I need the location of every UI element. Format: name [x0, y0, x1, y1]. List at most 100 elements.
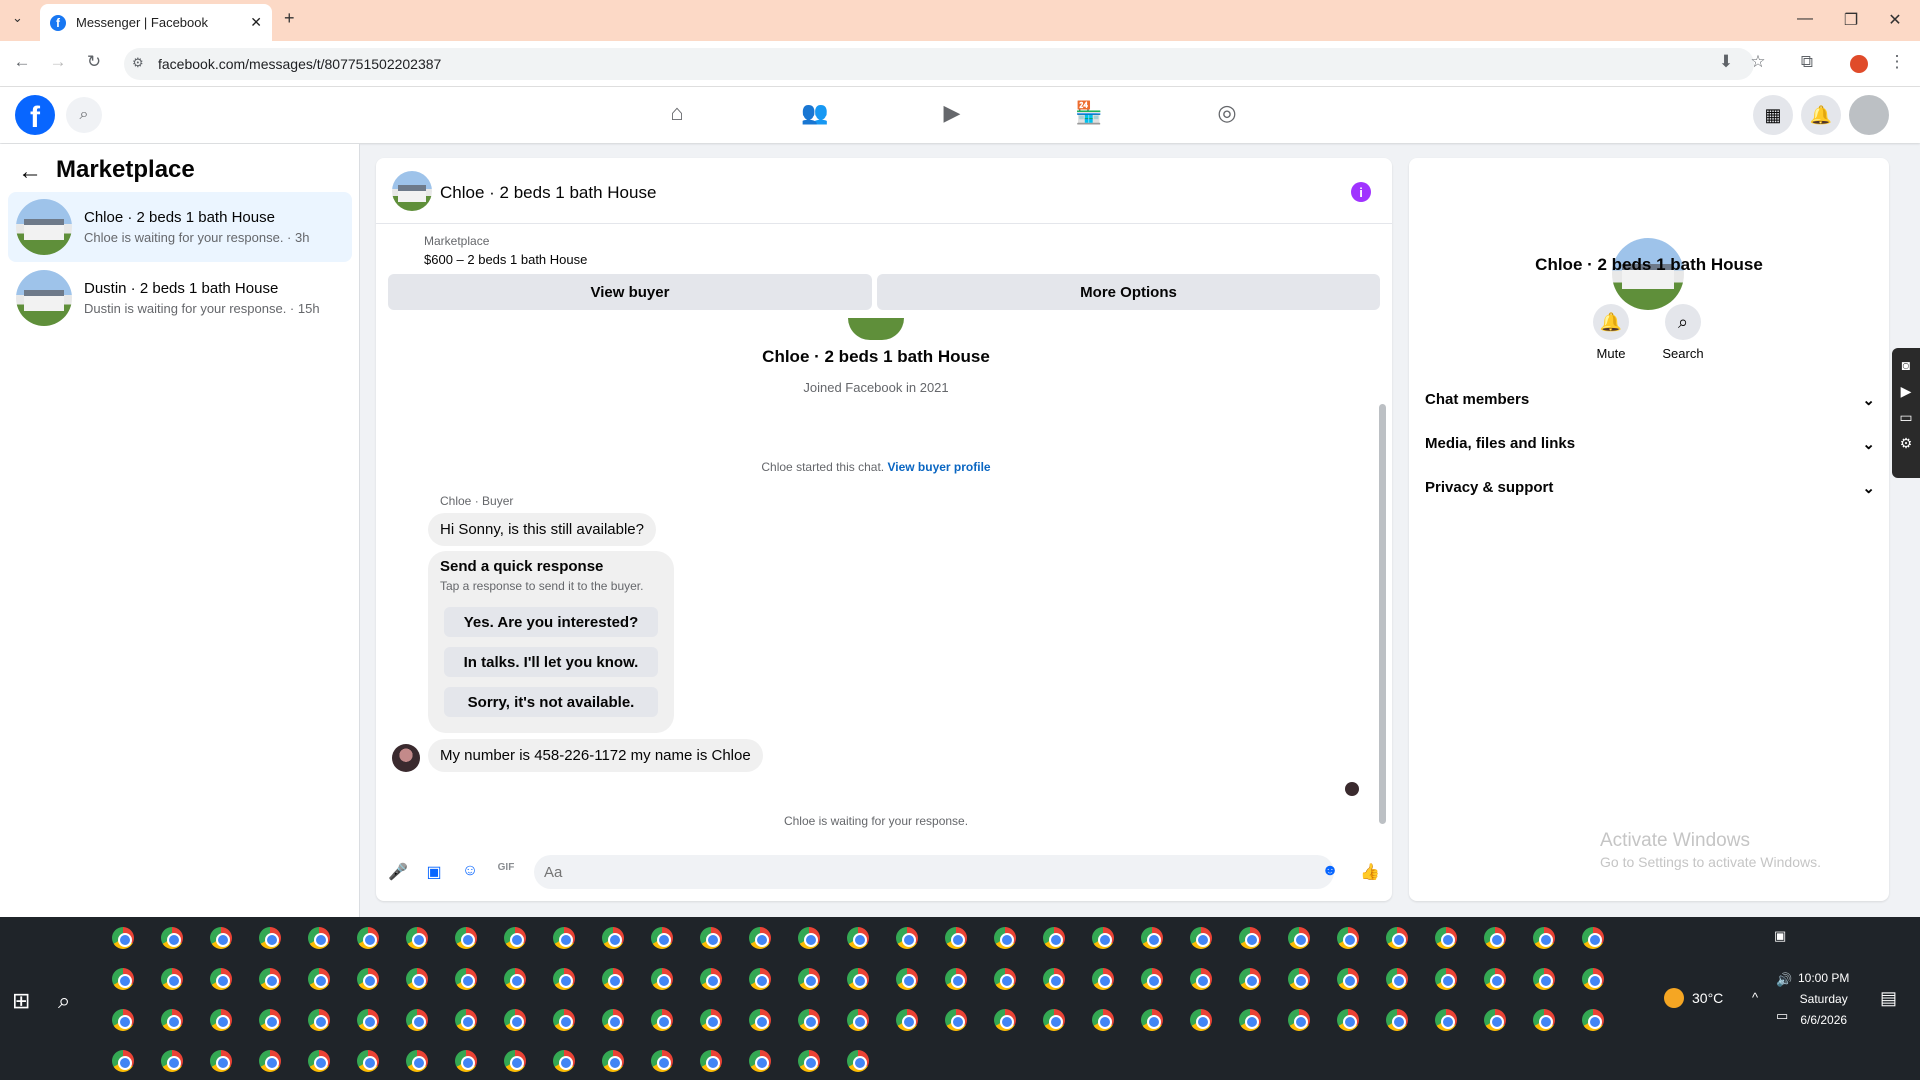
more-options-button[interactable]: More Options — [877, 274, 1380, 310]
taskbar-app-icon[interactable] — [1386, 927, 1408, 949]
mute-button[interactable]: 🔔 Mute — [1571, 304, 1651, 361]
tab-list-icon[interactable]: ⌄ — [12, 10, 23, 26]
like-icon[interactable]: 👍 — [1360, 862, 1380, 882]
taskbar-app-icon[interactable] — [700, 1050, 722, 1072]
taskbar-app-icon[interactable] — [357, 968, 379, 990]
taskbar-app-icon[interactable] — [1043, 1009, 1065, 1031]
taskbar-app-icon[interactable] — [210, 1050, 232, 1072]
taskbar-app-icon[interactable] — [553, 927, 575, 949]
groups-icon[interactable]: ◎ — [1207, 100, 1247, 130]
taskbar-app-icon[interactable] — [406, 1009, 428, 1031]
taskbar-app-icon[interactable] — [749, 927, 771, 949]
taskbar-app-icon[interactable] — [112, 1009, 134, 1031]
taskbar-app-icon[interactable] — [1484, 1009, 1506, 1031]
taskbar-app-icon[interactable] — [798, 927, 820, 949]
taskbar-app-icon[interactable] — [1484, 968, 1506, 990]
bookmark-star-icon[interactable]: ☆ — [1746, 52, 1770, 72]
extensions-icon[interactable]: ⧉ — [1795, 52, 1819, 72]
profile-icon[interactable] — [1850, 55, 1868, 73]
chat-scrollbar[interactable] — [1378, 326, 1386, 832]
taskbar-app-icon[interactable] — [994, 927, 1016, 949]
taskbar-app-icon[interactable] — [161, 1009, 183, 1031]
taskbar-app-icon[interactable] — [945, 1009, 967, 1031]
buyer-avatar[interactable] — [392, 744, 420, 772]
section-chat-members[interactable]: Chat members ⌄ — [1425, 391, 1875, 409]
tray-chevron-icon[interactable]: ^ — [1752, 990, 1758, 1005]
quick-reply-button[interactable]: Sorry, it's not available. — [444, 687, 658, 717]
search-icon[interactable]: ⌕ — [66, 97, 102, 133]
taskbar-app-icon[interactable] — [406, 968, 428, 990]
taskbar-app-icon[interactable] — [847, 968, 869, 990]
chat-thumbnail[interactable] — [392, 171, 432, 211]
taskbar-app-icon[interactable] — [504, 1050, 526, 1072]
taskbar-app-icon[interactable] — [112, 1050, 134, 1072]
taskbar-app-icon[interactable] — [455, 1009, 477, 1031]
taskbar-app-icon[interactable] — [1337, 927, 1359, 949]
back-arrow-icon[interactable]: ← — [18, 158, 42, 186]
taskbar-app-icon[interactable] — [357, 1009, 379, 1031]
gear-icon[interactable]: ⚙ — [1892, 430, 1920, 456]
emoji-icon[interactable]: ☻ — [1320, 862, 1340, 882]
gif-icon[interactable]: GIF — [496, 862, 516, 882]
taskbar-app-icon[interactable] — [1190, 927, 1212, 949]
notifications-icon[interactable]: ▤ — [1880, 988, 1897, 1009]
taskbar-app-icon[interactable] — [1582, 968, 1604, 990]
taskbar-app-icon[interactable] — [1288, 1009, 1310, 1031]
taskbar-app-icon[interactable] — [308, 1050, 330, 1072]
facebook-logo[interactable]: f — [15, 95, 55, 135]
taskbar-app-icon[interactable] — [700, 927, 722, 949]
taskbar-app-icon[interactable] — [1141, 968, 1163, 990]
taskbar-app-icon[interactable] — [847, 927, 869, 949]
taskbar-app-icon[interactable] — [749, 1050, 771, 1072]
speaker-icon[interactable]: 🔊 — [1776, 972, 1792, 988]
taskbar-app-icon[interactable] — [161, 927, 183, 949]
view-buyer-button[interactable]: View buyer — [388, 274, 872, 310]
taskbar-app-icon[interactable] — [1239, 927, 1261, 949]
taskbar-app-icon[interactable] — [700, 968, 722, 990]
taskbar-app-icon[interactable] — [210, 927, 232, 949]
taskbar-app-icon[interactable] — [259, 927, 281, 949]
taskbar-app-icon[interactable] — [1386, 1009, 1408, 1031]
apps-grid-icon[interactable]: ▦ — [1753, 95, 1793, 135]
taskbar-app-icon[interactable] — [602, 1050, 624, 1072]
taskbar-app-icon[interactable] — [945, 968, 967, 990]
quick-reply-button[interactable]: Yes. Are you interested? — [444, 607, 658, 637]
browser-tab[interactable]: f Messenger | Facebook ✕ — [40, 4, 272, 41]
forward-icon[interactable]: → — [46, 52, 70, 72]
back-icon[interactable]: ← — [10, 52, 34, 72]
taskbar-app-icon[interactable] — [553, 968, 575, 990]
taskbar-app-icon[interactable] — [1533, 968, 1555, 990]
taskbar-app-icon[interactable] — [1092, 927, 1114, 949]
taskbar-app-icon[interactable] — [357, 927, 379, 949]
taskbar-app-icon[interactable] — [798, 1050, 820, 1072]
friends-icon[interactable]: 👥 — [795, 100, 835, 130]
taskbar-app-icon[interactable] — [749, 968, 771, 990]
search-conversation-button[interactable]: ⌕ Search — [1643, 304, 1723, 361]
taskbar-app-icon[interactable] — [1190, 1009, 1212, 1031]
avatar[interactable] — [1849, 95, 1889, 135]
taskbar-app-icon[interactable] — [994, 1009, 1016, 1031]
taskbar-app-icon[interactable] — [1043, 968, 1065, 990]
marketplace-icon[interactable]: 🏪 — [1069, 100, 1109, 130]
video-icon[interactable]: ▶ — [932, 100, 972, 130]
taskbar-app-icon[interactable] — [1141, 927, 1163, 949]
section-media-files-links[interactable]: Media, files and links ⌄ — [1425, 435, 1875, 453]
taskbar-app-icon[interactable] — [651, 968, 673, 990]
taskbar-app-icon[interactable] — [210, 968, 232, 990]
taskbar-app-icon[interactable] — [1239, 968, 1261, 990]
taskbar-app-icon[interactable] — [1435, 927, 1457, 949]
taskbar-app-icon[interactable] — [406, 927, 428, 949]
camera-icon[interactable]: ◙ — [1892, 352, 1920, 378]
taskbar-app-icon[interactable] — [504, 927, 526, 949]
taskbar-app-icon[interactable] — [749, 1009, 771, 1031]
weather-widget[interactable]: 30°C — [1664, 988, 1723, 1008]
taskbar-app-icon[interactable] — [210, 1009, 232, 1031]
home-icon[interactable]: ⌂ — [657, 100, 697, 130]
taskbar-app-icon[interactable] — [651, 927, 673, 949]
taskbar-app-icon[interactable] — [896, 1009, 918, 1031]
taskbar-app-icon[interactable] — [1092, 968, 1114, 990]
window-close-icon[interactable]: ✕ — [1880, 10, 1910, 30]
taskbar-app-icon[interactable] — [553, 1009, 575, 1031]
taskbar-app-icon[interactable] — [1190, 968, 1212, 990]
taskbar-app-icon[interactable] — [1043, 927, 1065, 949]
